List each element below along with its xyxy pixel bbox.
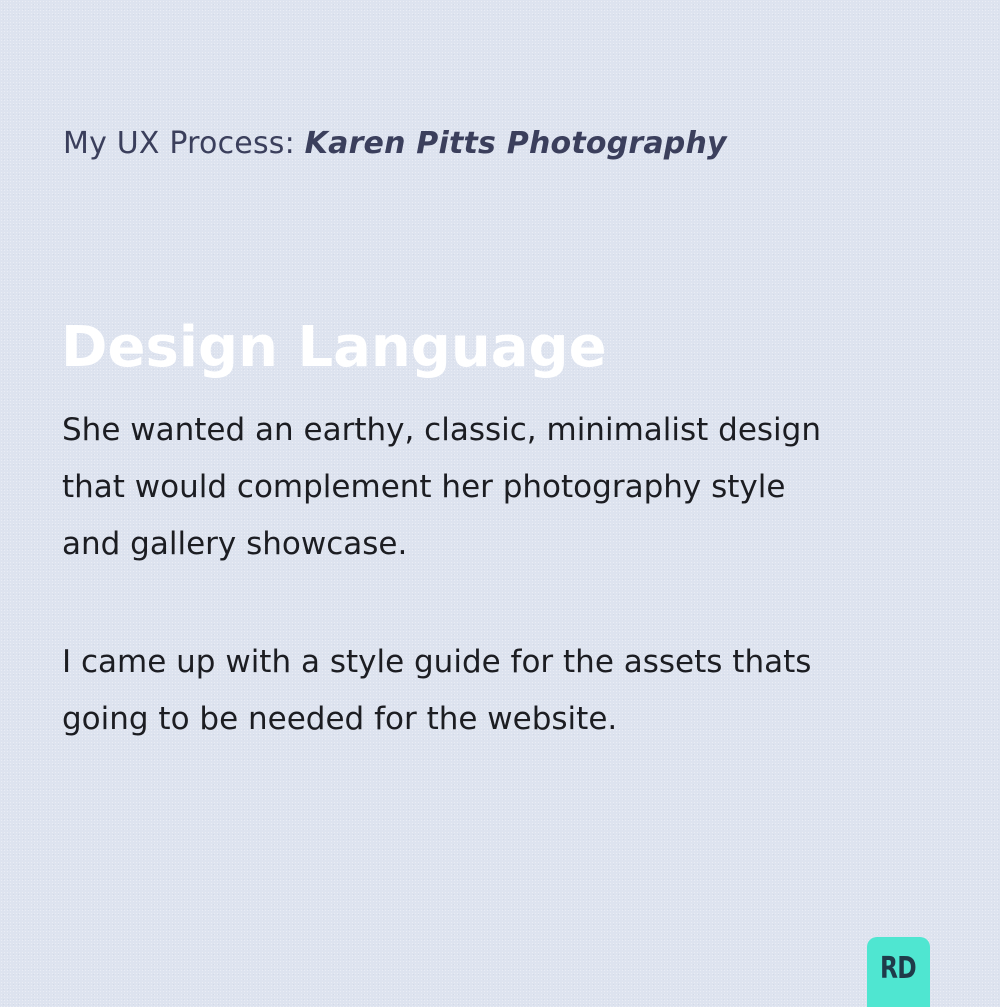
style-guide-paragraph: I came up with a style guide for the ass… bbox=[62, 634, 942, 748]
paragraph-line: and gallery showcase. bbox=[62, 526, 408, 562]
description-paragraph: She wanted an earthy, classic, minimalis… bbox=[62, 402, 942, 573]
header-prefix: My UX Process: bbox=[63, 126, 305, 161]
paragraph-line: going to be needed for the website. bbox=[62, 701, 618, 737]
logo-badge: RD bbox=[867, 937, 930, 1007]
paragraph-line: I came up with a style guide for the ass… bbox=[62, 644, 812, 680]
section-title: Design Language bbox=[61, 315, 607, 380]
paragraph-line: She wanted an earthy, classic, minimalis… bbox=[62, 412, 821, 448]
project-name: Karen Pitts Photography bbox=[304, 126, 727, 161]
header-title: My UX Process: Karen Pitts Photography bbox=[63, 124, 727, 164]
logo-text: RD bbox=[880, 951, 918, 986]
paragraph-line: that would complement her photography st… bbox=[62, 469, 786, 505]
